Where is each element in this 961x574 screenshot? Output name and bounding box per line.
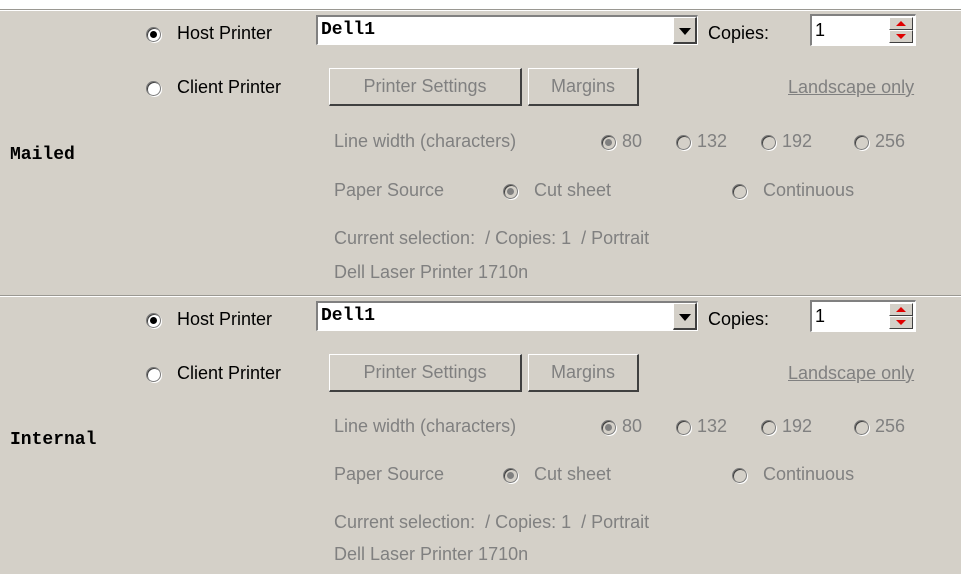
host-printer-label: Host Printer: [177, 309, 273, 329]
line-width-radio-132[interactable]: [676, 420, 691, 435]
paper-source-option-continuous: Continuous: [763, 180, 855, 200]
section-label: Internal: [10, 430, 97, 450]
printer-name-text: Dell Laser Printer 1710n: [334, 262, 529, 282]
arrow-down-icon[interactable]: [889, 316, 913, 329]
paper-source-radio-cut-sheet[interactable]: [503, 184, 518, 199]
host-printer-radio[interactable]: [146, 313, 161, 328]
copies-value[interactable]: 1: [815, 20, 825, 41]
printer-name-text: Dell Laser Printer 1710n: [334, 544, 529, 564]
line-width-radio-192[interactable]: [761, 420, 776, 435]
current-selection-text: Current selection: / Copies: 1 / Portrai…: [334, 228, 650, 248]
chevron-down-icon[interactable]: [673, 303, 697, 330]
paper-source-radio-cut-sheet[interactable]: [503, 468, 518, 483]
line-width-option-256: 256: [875, 416, 906, 436]
copies-label: Copies:: [708, 23, 770, 43]
printer-settings-button[interactable]: Printer Settings: [329, 354, 522, 392]
copies-value[interactable]: 1: [815, 306, 825, 327]
line-width-option-80: 80: [622, 131, 643, 151]
line-width-option-80: 80: [622, 416, 643, 436]
host-printer-select[interactable]: Dell1: [316, 301, 698, 331]
printer-section-internal: Internal Host Printer Dell1 Copies: 1 Cl…: [0, 295, 961, 574]
line-width-label: Line width (characters): [334, 416, 517, 436]
host-printer-value: Dell1: [321, 20, 376, 40]
line-width-radio-256[interactable]: [854, 420, 869, 435]
line-width-label: Line width (characters): [334, 131, 517, 151]
client-printer-radio[interactable]: [146, 367, 161, 382]
section-label: Mailed: [10, 145, 75, 165]
landscape-only-link[interactable]: Landscape only: [788, 77, 914, 98]
client-printer-label: Client Printer: [177, 363, 282, 383]
host-printer-label: Host Printer: [177, 23, 273, 43]
copies-label: Copies:: [708, 309, 770, 329]
line-width-radio-256[interactable]: [854, 135, 869, 150]
printer-settings-button[interactable]: Printer Settings: [329, 68, 522, 106]
margins-button[interactable]: Margins: [528, 354, 639, 392]
line-width-radio-80[interactable]: [601, 420, 616, 435]
paper-source-option-continuous: Continuous: [763, 464, 855, 484]
printer-section-mailed: Mailed Host Printer Dell1 Copies: 1 Clie…: [0, 9, 961, 296]
line-width-option-132: 132: [697, 416, 728, 436]
paper-source-radio-continuous[interactable]: [732, 184, 747, 199]
line-width-radio-192[interactable]: [761, 135, 776, 150]
landscape-only-link[interactable]: Landscape only: [788, 363, 914, 384]
paper-source-option-cut-sheet: Cut sheet: [534, 464, 612, 484]
host-printer-value: Dell1: [321, 306, 376, 326]
line-width-option-192: 192: [782, 416, 813, 436]
arrow-down-icon[interactable]: [889, 30, 913, 43]
host-printer-radio[interactable]: [146, 27, 161, 42]
paper-source-radio-continuous[interactable]: [732, 468, 747, 483]
host-printer-select[interactable]: Dell1: [316, 15, 698, 45]
line-width-option-192: 192: [782, 131, 813, 151]
copies-stepper[interactable]: 1: [810, 300, 916, 332]
margins-button[interactable]: Margins: [528, 68, 639, 106]
copies-stepper[interactable]: 1: [810, 14, 916, 46]
arrow-up-icon[interactable]: [889, 17, 913, 30]
arrow-up-icon[interactable]: [889, 303, 913, 316]
chevron-down-icon[interactable]: [673, 17, 697, 44]
paper-source-label: Paper Source: [334, 464, 445, 484]
line-width-radio-80[interactable]: [601, 135, 616, 150]
client-printer-label: Client Printer: [177, 77, 282, 97]
paper-source-option-cut-sheet: Cut sheet: [534, 180, 612, 200]
line-width-option-132: 132: [697, 131, 728, 151]
line-width-radio-132[interactable]: [676, 135, 691, 150]
client-printer-radio[interactable]: [146, 81, 161, 96]
line-width-option-256: 256: [875, 131, 906, 151]
paper-source-label: Paper Source: [334, 180, 445, 200]
current-selection-text: Current selection: / Copies: 1 / Portrai…: [334, 512, 650, 532]
